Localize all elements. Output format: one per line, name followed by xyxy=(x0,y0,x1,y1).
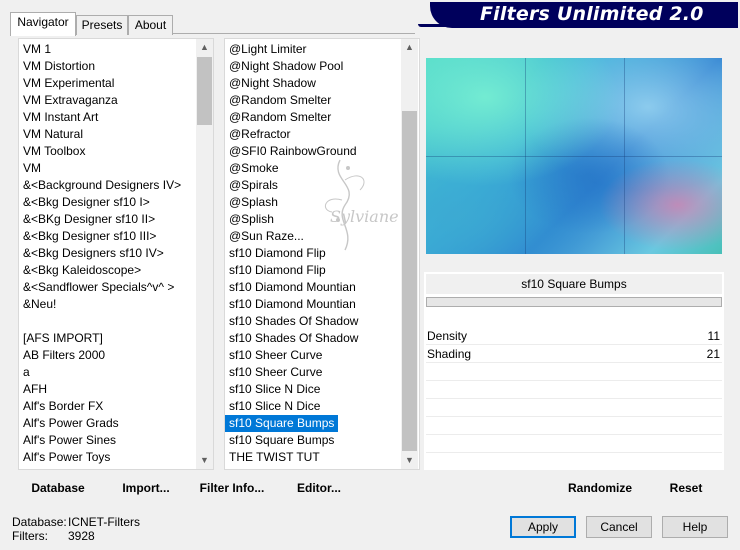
category-item[interactable]: &<Bkg Kaleidoscope> xyxy=(19,262,213,279)
filter-item[interactable]: @Night Shadow Pool xyxy=(225,58,419,75)
category-item[interactable]: AB Filters 2000 xyxy=(19,347,213,364)
category-item[interactable]: VM Distortion xyxy=(19,58,213,75)
param-row-shading[interactable]: Shading 21 xyxy=(426,346,722,363)
filter-item[interactable]: @Night Shadow xyxy=(225,75,419,92)
left-toolbar: Database Import... Filter Info... Editor… xyxy=(14,476,418,500)
filter-item[interactable]: sf10 Diamond Flip xyxy=(225,262,419,279)
cancel-button[interactable]: Cancel xyxy=(586,516,652,538)
category-item[interactable]: VM Instant Art xyxy=(19,109,213,126)
category-item[interactable]: a xyxy=(19,364,213,381)
category-item[interactable]: [AFS IMPORT] xyxy=(19,330,213,347)
filter-item[interactable]: @Light Limiter xyxy=(225,41,419,58)
filter-item[interactable]: sf10 Slice N Dice xyxy=(225,381,419,398)
category-item[interactable]: &<Background Designers IV> xyxy=(19,177,213,194)
app-title: Filters Unlimited 2.0 xyxy=(480,3,704,25)
param-row-density[interactable]: Density 11 xyxy=(426,328,722,345)
reset-button[interactable]: Reset xyxy=(660,476,712,500)
database-button[interactable]: Database xyxy=(20,476,96,500)
tab-about[interactable]: About xyxy=(128,15,173,35)
filter-item[interactable]: @Random Smelter xyxy=(225,92,419,109)
scroll-up-icon[interactable]: ▲ xyxy=(196,39,213,56)
tab-navigator[interactable]: Navigator xyxy=(10,12,76,36)
database-value: ICNET-Filters xyxy=(68,515,140,529)
category-item[interactable]: VM Toolbox xyxy=(19,143,213,160)
param-value: 11 xyxy=(707,329,720,343)
filter-item[interactable]: sf10 Shades Of Shadow xyxy=(225,330,419,347)
category-item[interactable]: VM Experimental xyxy=(19,75,213,92)
category-item[interactable]: VM Extravaganza xyxy=(19,92,213,109)
apply-button[interactable]: Apply xyxy=(510,516,576,538)
category-item[interactable]: VM xyxy=(19,160,213,177)
category-item[interactable]: &Neu! xyxy=(19,296,213,313)
filter-item[interactable]: THE TWIST TUT xyxy=(225,449,419,466)
filter-item[interactable]: @Refractor xyxy=(225,126,419,143)
filters-status: Filters: 3928 xyxy=(12,529,212,545)
filter-item[interactable]: sf10 Diamond Mountian xyxy=(225,279,419,296)
filter-item[interactable]: sf10 Diamond Mountian xyxy=(225,296,419,313)
scroll-down-icon[interactable]: ▼ xyxy=(401,452,418,469)
category-item[interactable]: &<Bkg Designers sf10 IV> xyxy=(19,245,213,262)
preview-image xyxy=(426,58,722,254)
category-item[interactable]: Alf's Power Toys xyxy=(19,449,213,466)
param-row-empty xyxy=(426,418,722,435)
param-row-empty xyxy=(426,382,722,399)
scroll-up-icon[interactable]: ▲ xyxy=(401,39,418,56)
filters-label: Filters: xyxy=(12,529,48,543)
category-scroll-thumb[interactable] xyxy=(197,57,212,125)
filters-count: 3928 xyxy=(68,529,95,543)
category-item[interactable]: AFH xyxy=(19,381,213,398)
param-row-empty xyxy=(426,400,722,417)
category-item[interactable]: &<Bkg Designer sf10 III> xyxy=(19,228,213,245)
category-item[interactable]: Alf's Power Grads xyxy=(19,415,213,432)
watermark-signature: Sylviane xyxy=(300,150,420,260)
svg-text:Sylviane: Sylviane xyxy=(330,207,399,226)
category-item[interactable]: &<Bkg Designer sf10 I> xyxy=(19,194,213,211)
filter-item-selected[interactable]: sf10 Square Bumps xyxy=(225,415,339,432)
category-scrollbar[interactable]: ▲ ▼ xyxy=(196,39,213,469)
category-item[interactable]: Alf's Power Sines xyxy=(19,432,213,449)
filter-item[interactable]: sf10 Square Bumps xyxy=(225,432,419,449)
category-item[interactable]: &<BKg Designer sf10 II> xyxy=(19,211,213,228)
param-label: Density xyxy=(427,329,468,343)
category-item[interactable]: Alf's Border FX xyxy=(19,398,213,415)
param-label: Shading xyxy=(427,347,472,361)
randomize-button[interactable]: Randomize xyxy=(562,476,638,500)
filter-item[interactable]: sf10 Shades Of Shadow xyxy=(225,313,419,330)
category-list[interactable]: VM 1 VM Distortion VM Experimental VM Extra… xyxy=(18,38,214,470)
filter-item[interactable]: sf10 Sheer Curve xyxy=(225,347,419,364)
param-row-empty xyxy=(426,364,722,381)
category-item[interactable]: VM Natural xyxy=(19,126,213,143)
param-row-empty xyxy=(426,436,722,453)
filter-item[interactable]: @Random Smelter xyxy=(225,109,419,126)
editor-button[interactable]: Editor... xyxy=(290,476,348,500)
category-item[interactable]: &<Sandflower Specials^v^ > xyxy=(19,279,213,296)
filter-item[interactable]: sf10 Slice N Dice xyxy=(225,398,419,415)
help-button[interactable]: Help xyxy=(662,516,728,538)
database-label: Database: xyxy=(12,515,67,529)
right-toolbar: Randomize Reset xyxy=(426,476,724,500)
import-button[interactable]: Import... xyxy=(114,476,178,500)
scroll-down-icon[interactable]: ▼ xyxy=(196,452,213,469)
tab-presets[interactable]: Presets xyxy=(76,15,128,35)
parameter-slider[interactable] xyxy=(426,297,722,307)
filter-info-button[interactable]: Filter Info... xyxy=(194,476,270,500)
param-value: 21 xyxy=(706,347,720,361)
filter-name-label: sf10 Square Bumps xyxy=(426,274,722,294)
category-item xyxy=(19,313,213,330)
filter-item[interactable]: sf10 Sheer Curve xyxy=(225,364,419,381)
category-item[interactable]: VM 1 xyxy=(19,41,213,58)
